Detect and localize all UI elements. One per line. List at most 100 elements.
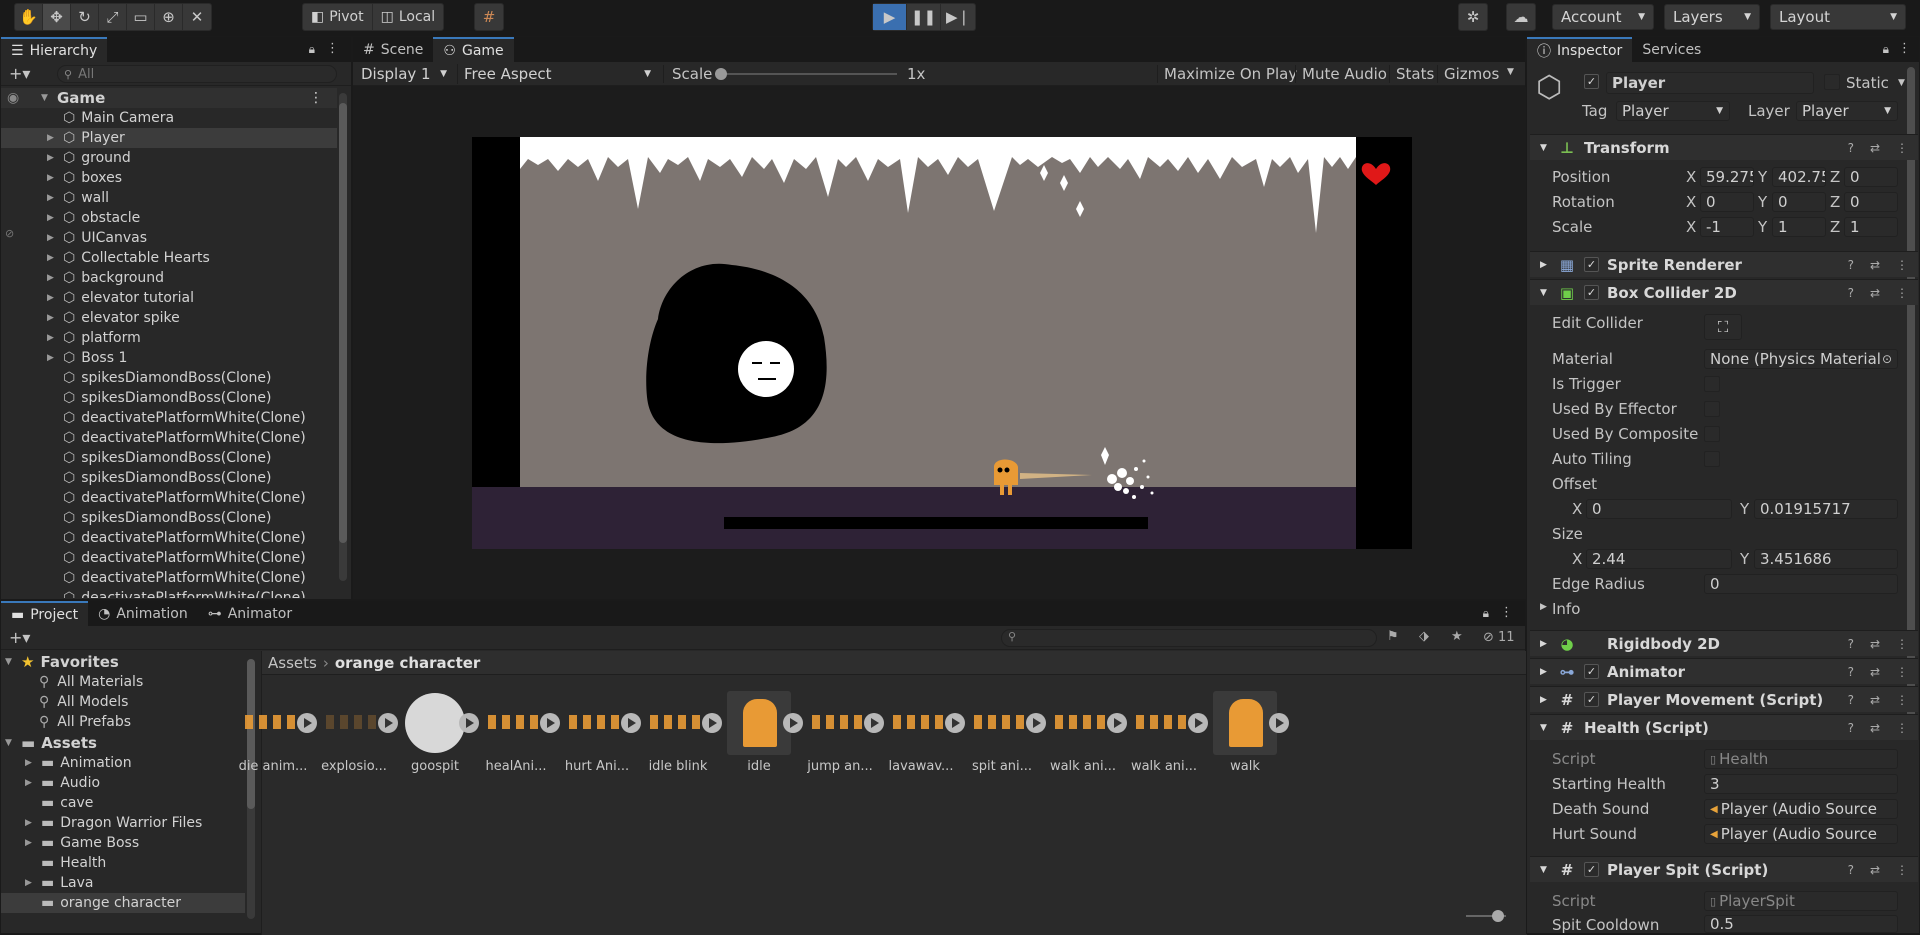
hierarchy-item[interactable]: ▶ ⬡ platform bbox=[1, 328, 337, 348]
project-search-input[interactable]: ⚲ bbox=[1001, 629, 1377, 647]
edge-radius-field[interactable]: 0 bbox=[1704, 574, 1898, 594]
asset-label[interactable]: idle blink bbox=[642, 759, 714, 774]
hierarchy-item[interactable]: ▶ ⬡ Player bbox=[1, 128, 337, 148]
transform-sx-field[interactable]: -1 bbox=[1700, 217, 1754, 237]
tab-hierarchy[interactable]: ☰ Hierarchy bbox=[1, 37, 108, 62]
gizmos-chevron-down-icon[interactable]: ▼ bbox=[1507, 67, 1514, 77]
expand-arrow-icon[interactable]: ▶ bbox=[47, 333, 59, 343]
presets-icon[interactable]: ⇄ bbox=[1870, 665, 1880, 679]
asset-thumbnail[interactable] bbox=[1213, 691, 1277, 755]
asset-thumbnail[interactable] bbox=[808, 691, 872, 755]
assets-row[interactable]: ▼ ▬ Assets bbox=[1, 733, 97, 753]
scrollbar-thumb[interactable] bbox=[339, 103, 347, 543]
add-icon[interactable]: +▾ bbox=[9, 64, 30, 83]
scrollbar-thumb[interactable] bbox=[1907, 67, 1915, 727]
asset-label[interactable]: idle bbox=[723, 759, 795, 774]
favorite-star-icon[interactable]: ★ bbox=[1451, 629, 1463, 644]
death-sound-field[interactable]: ◀ Player (Audio Source bbox=[1704, 799, 1898, 819]
preview-play-icon[interactable] bbox=[864, 713, 884, 733]
asset-thumbnail[interactable] bbox=[1132, 691, 1196, 755]
rigidbody-header[interactable]: ▶ ◕ Rigidbody 2D ? ⇄ ⋮ bbox=[1530, 630, 1918, 656]
preview-play-icon[interactable] bbox=[540, 713, 560, 733]
transform-tool-icon[interactable]: ⊕ bbox=[155, 4, 183, 30]
asset-label[interactable]: walk ani... bbox=[1128, 759, 1200, 774]
expand-arrow-icon[interactable]: ▶ bbox=[47, 273, 59, 283]
hierarchy-item[interactable]: ⬡ spikesDiamondBoss(Clone) bbox=[1, 368, 337, 388]
expand-arrow-icon[interactable]: ▶ bbox=[47, 313, 59, 323]
gizmos-toggle[interactable]: Gizmos bbox=[1437, 65, 1499, 83]
expand-arrow-icon[interactable]: ▶ bbox=[25, 878, 37, 888]
hierarchy-item[interactable]: ⬡ deactivatePlatformWhite(Clone) bbox=[1, 488, 337, 508]
tab-animator[interactable]: ⊶ Animator bbox=[198, 601, 302, 626]
folder-item[interactable]: ▶ ▬ Lava bbox=[1, 873, 245, 893]
expand-arrow-icon[interactable]: ▼ bbox=[41, 93, 53, 103]
expand-arrow-icon[interactable]: ▼ bbox=[1540, 143, 1550, 153]
favorite-item[interactable]: ⚲ All Materials bbox=[1, 672, 143, 692]
folder-item[interactable]: ▶ ▬ Audio bbox=[1, 773, 245, 793]
expand-arrow-icon[interactable]: ▼ bbox=[1540, 723, 1550, 733]
help-icon[interactable]: ? bbox=[1848, 286, 1854, 300]
expand-arrow-icon[interactable]: ▶ bbox=[25, 778, 37, 788]
folder-item[interactable]: ▶ ▬ Game Boss bbox=[1, 833, 245, 853]
expand-arrow-icon[interactable]: ▼ bbox=[5, 738, 17, 748]
more-menu-icon[interactable]: ⋮ bbox=[1896, 665, 1908, 679]
auto-tiling-checkbox[interactable] bbox=[1704, 451, 1720, 467]
maximize-on-play-toggle[interactable]: Maximize On Play bbox=[1157, 65, 1297, 83]
tab-project[interactable]: ▬ Project bbox=[1, 601, 89, 626]
lock-icon[interactable]: 🔒︎ bbox=[1883, 42, 1889, 57]
expand-arrow-icon[interactable]: ▶ bbox=[47, 133, 59, 143]
folder-item[interactable]: ▬ Health bbox=[1, 853, 245, 873]
component-enabled-checkbox[interactable]: ✓ bbox=[1584, 285, 1599, 300]
favorites-row[interactable]: ▼ ★ Favorites bbox=[1, 652, 119, 672]
asset-label[interactable]: walk bbox=[1209, 759, 1281, 774]
component-enabled-checkbox[interactable]: ✓ bbox=[1584, 692, 1599, 707]
presets-icon[interactable]: ⇄ bbox=[1870, 721, 1880, 735]
asset-label[interactable]: lavawav... bbox=[885, 759, 957, 774]
play-button-icon[interactable]: ▶ bbox=[873, 4, 907, 30]
help-icon[interactable]: ? bbox=[1848, 258, 1854, 272]
hierarchy-item[interactable]: ⬡ deactivatePlatformWhite(Clone) bbox=[1, 408, 337, 428]
used-by-composite-checkbox[interactable] bbox=[1704, 426, 1720, 442]
move-tool-icon[interactable]: ✥ bbox=[43, 4, 71, 30]
transform-header[interactable]: ▼ ⊥ Transform ? ⇄ ⋮ bbox=[1530, 134, 1918, 160]
help-icon[interactable]: ? bbox=[1848, 721, 1854, 735]
asset-label[interactable]: explosio... bbox=[318, 759, 390, 774]
local-button[interactable]: ◫ Local bbox=[373, 4, 444, 30]
animator-header[interactable]: ▶ ⊶ ✓ Animator ? ⇄ ⋮ bbox=[1530, 658, 1918, 684]
hidden-eye-icon[interactable]: ⊘ bbox=[5, 227, 14, 240]
hidden-count[interactable]: ⊘ 11 bbox=[1483, 630, 1515, 645]
asset-thumbnail[interactable] bbox=[484, 691, 548, 755]
hierarchy-item[interactable]: ▶ ⬡ Collectable Hearts bbox=[1, 248, 337, 268]
rotate-tool-icon[interactable]: ↻ bbox=[71, 4, 99, 30]
collab-icon[interactable]: ✲ bbox=[1459, 4, 1487, 30]
hierarchy-item[interactable]: ⬡ deactivatePlatformWhite(Clone) bbox=[1, 568, 337, 588]
asset-thumbnail[interactable] bbox=[403, 691, 467, 755]
hierarchy-item[interactable]: ⬡ deactivatePlatformWhite(Clone) bbox=[1, 548, 337, 568]
size-x-field[interactable]: 2.44 bbox=[1586, 549, 1732, 569]
asset-label[interactable]: spit ani... bbox=[966, 759, 1038, 774]
scale-slider[interactable] bbox=[715, 68, 897, 80]
expand-arrow-icon[interactable]: ▶ bbox=[25, 818, 37, 828]
hierarchy-item[interactable]: ⬡ deactivatePlatformWhite(Clone) bbox=[1, 588, 337, 598]
health-header[interactable]: ▼ # Health (Script) ? ⇄ ⋮ bbox=[1530, 714, 1918, 740]
lock-icon[interactable]: 🔒︎ bbox=[1483, 606, 1489, 621]
asset-label[interactable]: walk ani... bbox=[1047, 759, 1119, 774]
hierarchy-item[interactable]: ▶ ⬡ UICanvas bbox=[1, 228, 337, 248]
transform-sy-field[interactable]: 1 bbox=[1772, 217, 1826, 237]
is-trigger-checkbox[interactable] bbox=[1704, 376, 1720, 392]
transform-py-field[interactable]: 402.75 bbox=[1772, 167, 1826, 187]
hierarchy-item[interactable]: ⬡ spikesDiamondBoss(Clone) bbox=[1, 448, 337, 468]
preview-play-icon[interactable] bbox=[621, 713, 641, 733]
player-movement-header[interactable]: ▶ # ✓ Player Movement (Script) ? ⇄ ⋮ bbox=[1530, 686, 1918, 712]
breadcrumb-current[interactable]: orange character bbox=[335, 654, 480, 672]
scene-menu-icon[interactable]: ⋮ bbox=[309, 90, 323, 106]
expand-arrow-icon[interactable]: ▶ bbox=[47, 253, 59, 263]
preview-play-icon[interactable] bbox=[702, 713, 722, 733]
pause-button-icon[interactable]: ❚❚ bbox=[907, 4, 941, 30]
help-icon[interactable]: ? bbox=[1848, 665, 1854, 679]
asset-thumbnail[interactable] bbox=[646, 691, 710, 755]
material-field[interactable]: None (Physics Material bbox=[1704, 349, 1898, 369]
inspector-scrollbar[interactable] bbox=[1907, 37, 1915, 935]
folder-item[interactable]: ▬ orange character bbox=[1, 893, 245, 913]
expand-arrow-icon[interactable]: ▶ bbox=[1540, 667, 1550, 677]
